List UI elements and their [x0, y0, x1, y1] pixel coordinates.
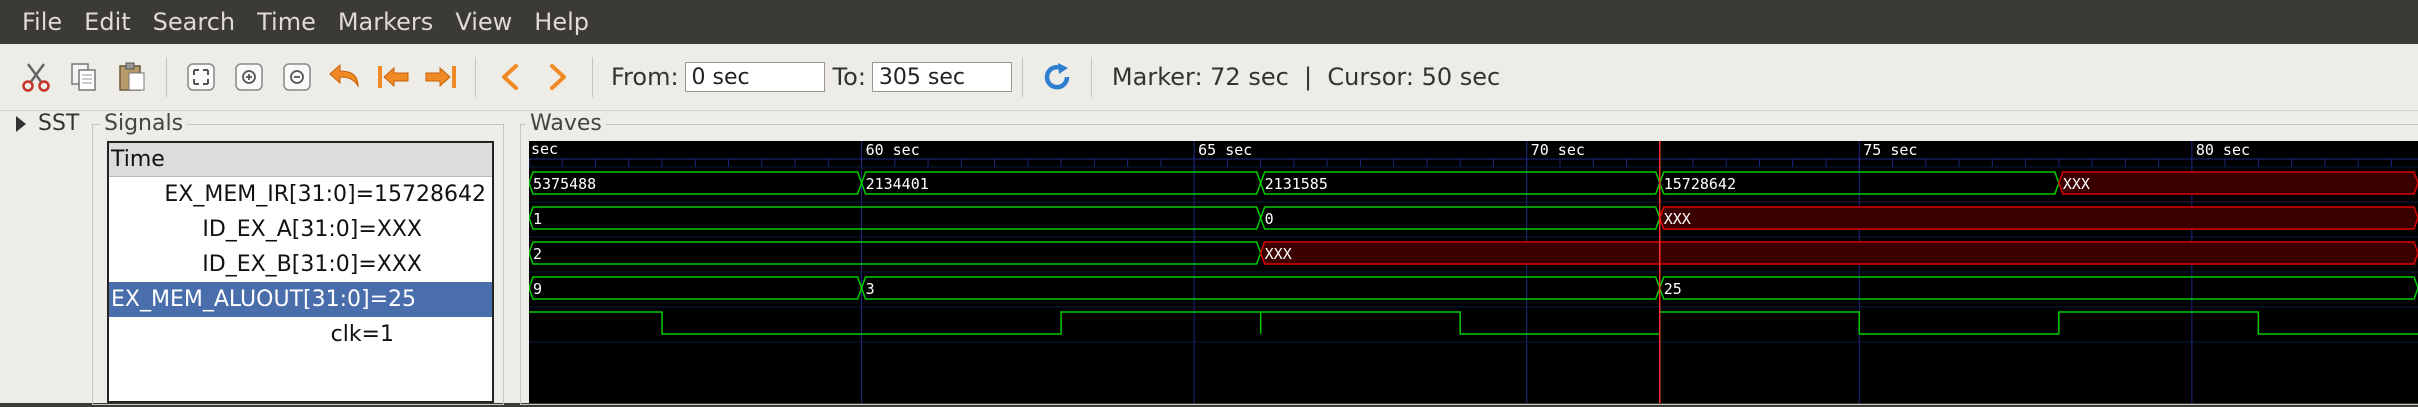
ruler-tick-label: 80 sec	[2196, 141, 2250, 159]
from-input[interactable]	[684, 62, 825, 92]
bus-segment-unknown	[1259, 241, 2418, 265]
signals-title: Signals	[100, 111, 188, 136]
signal-row-id-ex-a[interactable]: ID_EX_A[31:0]=XXX	[109, 212, 492, 247]
waves-title: Waves	[526, 111, 606, 136]
reload-icon[interactable]	[1040, 60, 1074, 94]
toolbar-separator	[475, 57, 476, 97]
bus-segment	[860, 276, 1661, 300]
signal-row-ex-mem-ir[interactable]: EX_MEM_IR[31:0]=15728642	[109, 177, 492, 212]
menu-markers[interactable]: Markers	[327, 0, 444, 44]
bus-value-label: XXX	[2063, 175, 2090, 193]
menu-time[interactable]: Time	[246, 0, 327, 44]
bus-segment-unknown	[1658, 206, 2418, 230]
zoom-in-icon[interactable]	[232, 60, 266, 94]
toolbar-separator	[166, 57, 167, 97]
bus-segment	[528, 206, 1262, 230]
bus-segment	[528, 241, 1262, 265]
marker-cursor-status: Marker: 72 sec | Cursor: 50 sec	[1111, 63, 1501, 91]
signal-row-clk[interactable]: clk=1	[109, 317, 492, 352]
copy-icon[interactable]	[67, 60, 101, 94]
bus-value-label: 9	[533, 280, 542, 298]
bus-segment-unknown	[2058, 171, 2418, 195]
toolbar-separator	[1021, 57, 1023, 97]
bus-value-label: XXX	[1265, 245, 1292, 263]
expand-triangle-icon[interactable]	[16, 115, 26, 132]
bus-value-label: 2134401	[866, 175, 929, 193]
undo-zoom-icon[interactable]	[328, 60, 362, 94]
bus-value-label: 15728642	[1664, 175, 1736, 193]
signal-row-ex-mem-aluout[interactable]: EX_MEM_ALUOUT[31:0]=25	[109, 282, 492, 317]
bus-value-label: 5375488	[533, 175, 596, 193]
toolbar: From: To: Marker: 72 sec | Cursor: 50 se…	[0, 44, 2418, 111]
menu-edit[interactable]: Edit	[73, 0, 141, 44]
paste-icon[interactable]	[115, 60, 149, 94]
signal-label: EX_MEM_IR[31:0]=15728642	[164, 182, 486, 207]
signal-label: EX_MEM_ALUOUT[31:0]=25	[111, 287, 417, 312]
time-ruler	[529, 141, 2418, 167]
ruler-tick-label: 65 sec	[1198, 141, 1252, 159]
bus-segment	[528, 276, 863, 300]
bus-value-label: 2	[533, 245, 542, 263]
ruler-tick-label: 75 sec	[1863, 141, 1917, 159]
menu-bar: File Edit Search Time Markers View Help	[0, 0, 2418, 44]
menu-file[interactable]: File	[0, 0, 73, 44]
signal-label: ID_EX_A[31:0]=XXX	[202, 217, 422, 242]
zoom-fit-icon[interactable]	[184, 60, 218, 94]
prev-icon[interactable]	[493, 60, 527, 94]
bus-segment	[1259, 206, 1661, 230]
bus-value-label: XXX	[1664, 210, 1691, 228]
bus-segment	[1658, 276, 2418, 300]
signal-row-id-ex-b[interactable]: ID_EX_B[31:0]=XXX	[109, 247, 492, 282]
ruler-tick-label: 70 sec	[1531, 141, 1585, 159]
to-label: To:	[832, 63, 866, 91]
goto-end-icon[interactable]	[424, 60, 458, 94]
cut-icon[interactable]	[19, 60, 53, 94]
clock-waveform	[529, 311, 2418, 335]
ruler-unit-label: sec	[531, 141, 558, 158]
signals-list[interactable]: Time EX_MEM_IR[31:0]=15728642 ID_EX_A[31…	[107, 141, 494, 403]
toolbar-separator	[592, 57, 593, 97]
menu-view[interactable]: View	[444, 0, 523, 44]
bus-value-label: 2131585	[1265, 175, 1328, 193]
signal-label: ID_EX_B[31:0]=XXX	[202, 252, 422, 277]
bus-value-label: 25	[1664, 280, 1682, 298]
next-icon[interactable]	[541, 60, 575, 94]
zoom-out-icon[interactable]	[280, 60, 314, 94]
sst-expander[interactable]: SST	[16, 111, 79, 136]
bus-value-label: 0	[1265, 210, 1274, 228]
toolbar-separator	[1090, 57, 1092, 97]
to-input[interactable]	[871, 62, 1012, 92]
ruler-tick-label: 60 sec	[866, 141, 920, 159]
from-label: From:	[611, 63, 679, 91]
sst-label: SST	[38, 111, 80, 136]
bus-value-label: 1	[533, 210, 542, 228]
signal-label: clk=1	[330, 322, 394, 347]
goto-start-icon[interactable]	[376, 60, 410, 94]
menu-search[interactable]: Search	[142, 0, 246, 44]
menu-help[interactable]: Help	[523, 0, 600, 44]
waveform-svg[interactable]: sec 60 sec 65 sec 70 sec 75 sec 80 sec 5375488…	[528, 140, 2418, 403]
waves-canvas[interactable]: sec 60 sec 65 sec 70 sec 75 sec 80 sec 5375488…	[528, 140, 2418, 403]
bus-value-label: 3	[866, 280, 875, 298]
signals-header: Time	[109, 143, 492, 177]
